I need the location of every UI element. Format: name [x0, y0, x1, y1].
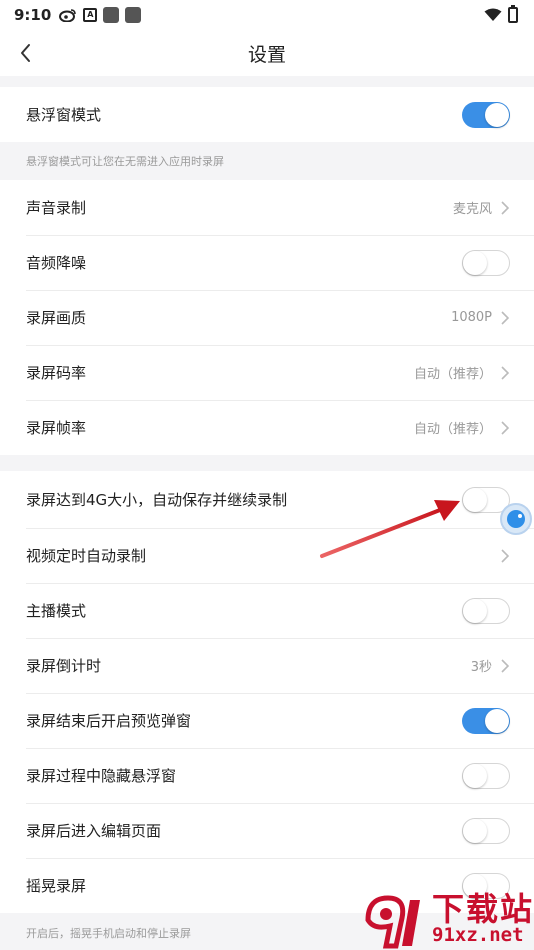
setting-timed-record[interactable]: 视频定时自动录制 [0, 528, 534, 583]
app-notification-icon [103, 7, 120, 23]
setting-floating-window-mode[interactable]: 悬浮窗模式 [0, 87, 534, 142]
watermark-logo-icon [365, 895, 420, 949]
setting-label: 录屏倒计时 [26, 657, 102, 675]
chevron-right-icon [501, 365, 510, 380]
toggle-knob [463, 598, 487, 623]
setting-label: 视频定时自动录制 [26, 547, 147, 565]
setting-label: 音频降噪 [26, 254, 87, 272]
toggle-knob [463, 487, 487, 512]
setting-label: 录屏达到4G大小，自动保存并继续录制 [26, 491, 288, 509]
status-notification-icons: A [59, 7, 142, 23]
setting-auto-save-4g[interactable]: 录屏达到4G大小，自动保存并继续录制 [0, 471, 534, 528]
setting-label: 录屏后进入编辑页面 [26, 822, 162, 840]
floating-record-ball[interactable] [500, 503, 532, 535]
setting-value: 1080P [451, 310, 492, 325]
wifi-icon [484, 8, 502, 21]
setting-noise-reduction[interactable]: 音频降噪 [0, 235, 534, 290]
setting-streamer-mode[interactable]: 主播模式 [0, 583, 534, 638]
setting-label: 录屏过程中隐藏悬浮窗 [26, 767, 177, 785]
a-app-icon: A [83, 8, 98, 22]
page-title: 设置 [247, 43, 286, 66]
setting-preview-popup[interactable]: 录屏结束后开启预览弹窗 [0, 693, 534, 748]
site-watermark: 下载站 91xz.net [358, 884, 534, 950]
chevron-right-icon [501, 548, 510, 563]
weibo-icon [59, 9, 77, 22]
toggle-knob [485, 708, 509, 733]
streamer-mode-toggle[interactable] [462, 597, 510, 624]
title-bar: 设置 [0, 30, 534, 76]
setting-hide-floating[interactable]: 录屏过程中隐藏悬浮窗 [0, 748, 534, 803]
setting-edit-page[interactable]: 录屏后进入编辑页面 [0, 803, 534, 858]
setting-value: 自动（推荐） [413, 367, 492, 382]
setting-label: 声音录制 [26, 199, 87, 217]
noise-reduction-toggle[interactable] [462, 249, 510, 276]
section-divider [0, 76, 534, 87]
setting-label: 录屏画质 [26, 309, 87, 327]
section-divider [0, 455, 534, 471]
preview-popup-toggle[interactable] [462, 707, 510, 734]
setting-value: 麦克风 [452, 202, 492, 217]
setting-framerate[interactable]: 录屏帧率 自动（推荐） [0, 400, 534, 455]
back-arrow-icon[interactable] [14, 40, 40, 66]
app-notification-icon [125, 7, 142, 23]
battery-icon [508, 5, 518, 23]
chevron-right-icon [501, 658, 510, 673]
chevron-right-icon [501, 200, 510, 215]
chevron-right-icon [501, 420, 510, 435]
setting-label: 录屏结束后开启预览弹窗 [26, 712, 192, 730]
status-system-icons [484, 5, 518, 23]
status-time: 9:10 [14, 6, 52, 24]
setting-label: 悬浮窗模式 [26, 106, 102, 124]
setting-value: 自动（推荐） [413, 422, 492, 437]
toggle-knob [485, 102, 509, 127]
toggle-knob [463, 818, 487, 843]
floating-window-hint: 悬浮窗模式可让您在无需进入应用时录屏 [0, 142, 534, 180]
toggle-knob [463, 250, 487, 275]
ball-highlight [518, 514, 522, 518]
setting-countdown[interactable]: 录屏倒计时 3秒 [0, 638, 534, 693]
floating-window-toggle[interactable] [462, 101, 510, 128]
setting-label: 录屏帧率 [26, 419, 87, 437]
edit-page-toggle[interactable] [462, 817, 510, 844]
setting-value: 3秒 [470, 660, 492, 675]
status-bar: 9:10 A [0, 0, 534, 30]
toggle-knob [463, 763, 487, 788]
setting-quality[interactable]: 录屏画质 1080P [0, 290, 534, 345]
watermark-url: 91xz.net [432, 924, 524, 946]
setting-label: 主播模式 [26, 602, 87, 620]
setting-bitrate[interactable]: 录屏码率 自动（推荐） [0, 345, 534, 400]
hide-floating-toggle[interactable] [462, 762, 510, 789]
setting-label: 录屏码率 [26, 364, 87, 382]
chevron-right-icon [501, 310, 510, 325]
setting-sound-record[interactable]: 声音录制 麦克风 [0, 180, 534, 235]
